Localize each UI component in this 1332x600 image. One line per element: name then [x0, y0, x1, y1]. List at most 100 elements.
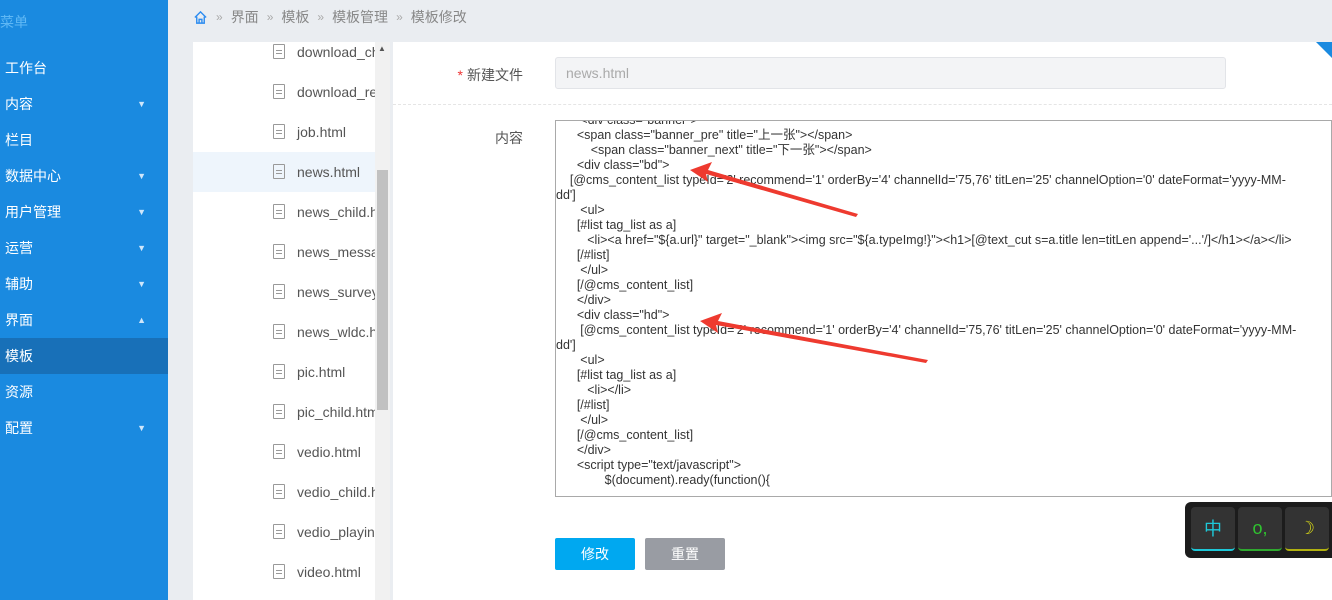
scrollbar-thumb[interactable]: [377, 170, 388, 410]
file-name: job.html: [297, 124, 347, 140]
chevron-down-icon: ▼: [137, 243, 146, 253]
breadcrumb-item[interactable]: 模板管理: [332, 5, 388, 29]
file-list-item[interactable]: news_child.h: [193, 192, 375, 232]
file-list-item[interactable]: pic_child.htm: [193, 392, 375, 432]
code-line: [/@cms_content_list]: [556, 428, 694, 442]
sidebar-item[interactable]: 界面 ▲: [0, 302, 168, 338]
sidebar-item[interactable]: 配置 ▼: [0, 410, 168, 446]
file-name: vedio.html: [297, 444, 361, 460]
file-icon: [273, 564, 285, 579]
code-line: </div>: [556, 293, 611, 307]
file-icon: [273, 124, 285, 139]
sidebar: 菜单 工作台 内容 ▼ 栏目 数据中心 ▼ 用户管理 ▼ 运营 ▼ 辅助 ▼ 界面 ▲ 模板 资源 配置 ▼: [0, 0, 168, 600]
code-line: <div class="bd">: [556, 158, 670, 172]
file-list-item[interactable]: news_wldc.h: [193, 312, 375, 352]
file-list-item[interactable]: vedio_playin: [193, 512, 375, 552]
breadcrumb: » 界面 » 模板 » 模板管理 » 模板修改: [193, 5, 467, 29]
scroll-up-icon[interactable]: ▲: [378, 44, 386, 53]
code-line: <ul>: [556, 203, 605, 217]
code-line: <div class="hd">: [556, 308, 670, 322]
file-name: pic.html: [297, 364, 346, 380]
file-list: download_ch download_re job.html news.html n…: [193, 42, 390, 600]
code-line: dd']: [556, 338, 576, 352]
breadcrumb-separator-icon: »: [216, 10, 223, 24]
file-list-item[interactable]: download_re: [193, 72, 375, 112]
code-line: </ul>: [556, 413, 609, 427]
ime-toolbar: 中 o, ☽: [1185, 502, 1332, 558]
breadcrumb-item[interactable]: 模板: [281, 5, 309, 29]
sidebar-item[interactable]: 数据中心 ▼: [0, 158, 168, 194]
sidebar-item-label: 运营: [5, 240, 33, 256]
file-list-item[interactable]: pic.html: [193, 352, 375, 392]
file-list-item[interactable]: vedio.html: [193, 432, 375, 472]
content-textarea[interactable]: <div class="banner"> <span class="banner…: [555, 120, 1332, 497]
chevron-up-icon: ▲: [137, 315, 146, 325]
sidebar-item-label: 配置: [5, 420, 33, 436]
sidebar-item[interactable]: 内容 ▼: [0, 86, 168, 122]
sidebar-title: 菜单: [0, 14, 28, 30]
file-list-item[interactable]: download_ch: [193, 42, 375, 72]
ime-moon-key[interactable]: ☽: [1285, 507, 1329, 551]
reset-button[interactable]: 重置: [645, 538, 725, 570]
file-name: news_survey: [297, 284, 375, 300]
file-name: download_ch: [297, 44, 375, 60]
code-line: [#list tag_list as a]: [556, 218, 677, 232]
file-name: news_messa: [297, 244, 375, 260]
sidebar-item-label: 模板: [5, 348, 33, 364]
file-icon: [273, 284, 285, 299]
file-list-scrollbar[interactable]: ▲: [375, 42, 390, 600]
sidebar-item[interactable]: 用户管理 ▼: [0, 194, 168, 230]
file-list-item[interactable]: news_survey: [193, 272, 375, 312]
file-name: vedio_child.h: [297, 484, 375, 500]
file-icon: [273, 364, 285, 379]
breadcrumb-item[interactable]: 模板修改: [411, 5, 467, 29]
code-line: <li></li>: [556, 383, 632, 397]
sidebar-item[interactable]: 辅助 ▼: [0, 266, 168, 302]
sidebar-item-label: 数据中心: [5, 168, 61, 184]
code-line: [/#list]: [556, 398, 610, 412]
sidebar-item-label: 栏目: [5, 132, 33, 148]
file-list-item[interactable]: video.html: [193, 552, 375, 592]
code-line: <ul>: [556, 353, 605, 367]
sidebar-item[interactable]: 栏目: [0, 122, 168, 158]
file-icon: [273, 324, 285, 339]
file-icon: [273, 484, 285, 499]
filename-input[interactable]: news.html: [555, 57, 1226, 89]
code-line: <script type="text/javascript">: [556, 458, 741, 472]
sidebar-item[interactable]: 工作台: [0, 50, 168, 86]
file-name: news.html: [297, 164, 361, 180]
filename-label: * 新建文件: [457, 67, 523, 83]
code-line: [@cms_content_list typeId='2' recommend=…: [556, 323, 1297, 337]
file-list-item[interactable]: job.html: [193, 112, 375, 152]
ime-punctuation-key[interactable]: o,: [1238, 507, 1282, 551]
sidebar-item[interactable]: 资源: [0, 374, 168, 410]
sidebar-item[interactable]: 模板: [0, 338, 168, 374]
save-button[interactable]: 修改: [555, 538, 635, 570]
sidebar-item-label: 工作台: [5, 60, 47, 76]
file-icon: [273, 404, 285, 419]
chevron-down-icon: ▼: [137, 171, 146, 181]
file-name: news_child.h: [297, 204, 375, 220]
breadcrumb-separator-icon: »: [317, 10, 325, 24]
file-icon: [273, 444, 285, 459]
code-line: <div class="banner">: [556, 120, 698, 127]
chevron-down-icon: ▼: [137, 99, 146, 109]
corner-marker: [1316, 42, 1332, 58]
chevron-down-icon: ▼: [137, 279, 146, 289]
sidebar-item-label: 资源: [5, 384, 33, 400]
home-icon[interactable]: [193, 10, 208, 25]
file-name: news_wldc.h: [297, 324, 375, 340]
file-list-item[interactable]: news_messa: [193, 232, 375, 272]
file-name: download_re: [297, 84, 375, 100]
breadcrumb-item[interactable]: 界面: [231, 5, 259, 29]
file-list-item[interactable]: vedio_child.h: [193, 472, 375, 512]
code-line: <li><a href="${a.url}" target="_blank"><…: [556, 233, 1292, 247]
code-line: [@cms_content_list typeId='2' recommend=…: [556, 173, 1286, 187]
sidebar-item[interactable]: 运营 ▼: [0, 230, 168, 266]
file-name: pic_child.htm: [297, 404, 375, 420]
code-line: [/#list]: [556, 248, 610, 262]
code-line: dd']: [556, 188, 576, 202]
file-list-item[interactable]: news.html: [193, 152, 375, 192]
file-icon: [273, 44, 285, 59]
ime-chinese-key[interactable]: 中: [1191, 507, 1235, 551]
